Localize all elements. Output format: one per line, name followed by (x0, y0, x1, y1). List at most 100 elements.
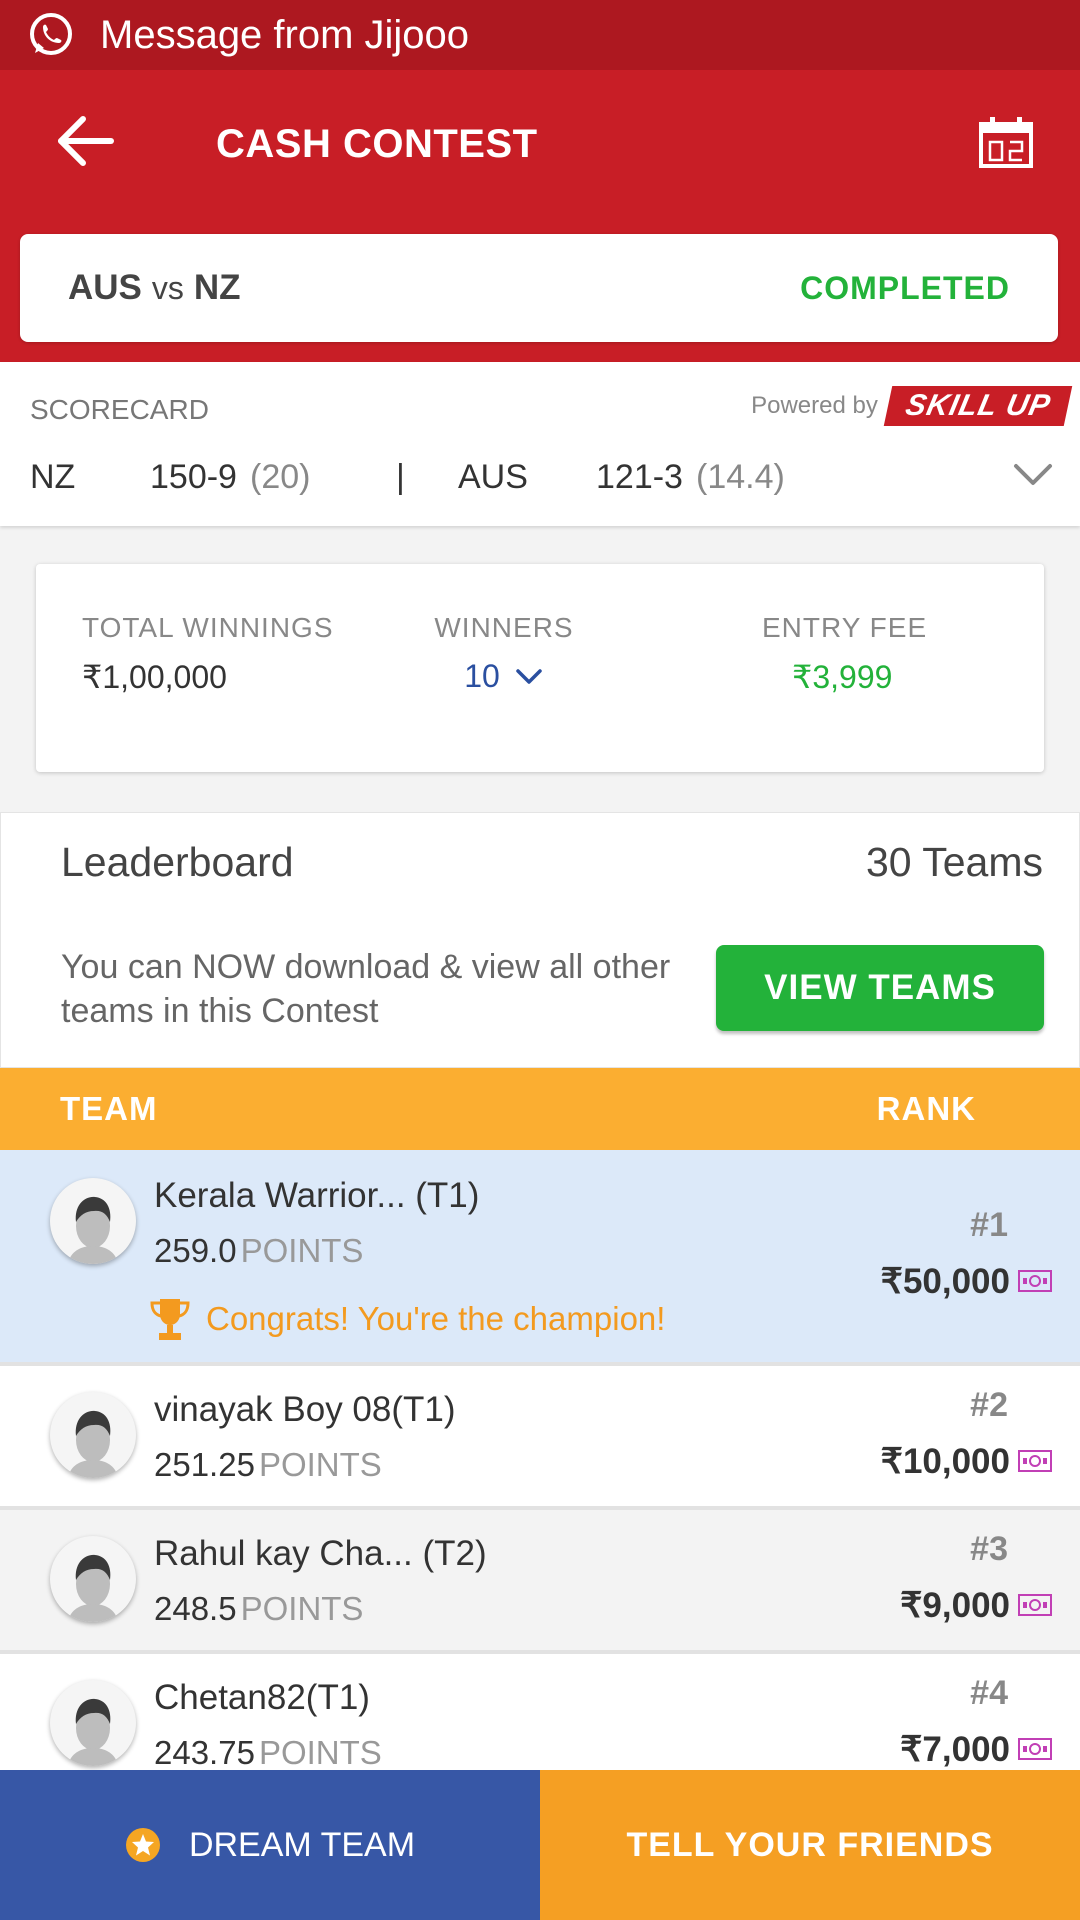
match-teams: AUS vs NZ (68, 268, 241, 308)
leaderboard-title: Leaderboard (61, 839, 294, 885)
team-tag: (T2) (412, 1534, 487, 1573)
cash-icon (1018, 1594, 1052, 1616)
match-status: COMPLETED (800, 269, 1010, 306)
match-card[interactable]: AUS vs NZ COMPLETED (20, 234, 1058, 342)
team-name-text: Rahul kay Cha... (154, 1534, 413, 1573)
user-avatar-icon (68, 1554, 118, 1622)
prize-amount: ₹7,000 (900, 1730, 1010, 1769)
leaderboard-description: You can NOW download & view all other te… (61, 948, 671, 1030)
scorecard-label: SCORECARD (30, 394, 209, 425)
team-points: 248.5 POINTS (154, 1590, 363, 1628)
vs-label: vs (151, 270, 184, 306)
avatar (50, 1392, 136, 1478)
calendar-icon[interactable] (978, 116, 1034, 168)
powered-by-label: Powered by (751, 392, 878, 419)
total-winnings-value: ₹1,00,000 (82, 659, 227, 695)
points-label: POINTS (258, 1734, 382, 1771)
total-winnings: TOTAL WINNINGS ₹1,00,000 (82, 612, 334, 696)
team1-name: AUS (68, 268, 142, 307)
teams-count: 30 Teams (865, 839, 1043, 885)
dream-team-label: DREAM TEAM (188, 1825, 416, 1864)
scorecard[interactable]: SCORECARD Powered by SKILL UP NZ 150-9 (… (0, 362, 1080, 526)
points-value: 251.25 (154, 1446, 255, 1483)
star-badge-icon (125, 1828, 160, 1862)
team-name-text: Kerala Warrior... (154, 1176, 406, 1215)
team-points: 259.0 POINTS (154, 1232, 363, 1270)
score-separator: | (396, 458, 405, 496)
team-points: 251.25 POINTS (154, 1446, 382, 1484)
points-label: POINTS (258, 1446, 382, 1483)
team2-name: NZ (193, 268, 241, 307)
score-team2-runs: 121-3 (596, 458, 683, 496)
score-team1: NZ (30, 458, 76, 496)
rank-number: #4 (970, 1674, 1008, 1712)
page-title: CASH CONTEST (216, 122, 538, 166)
cash-icon (1018, 1270, 1052, 1292)
back-arrow-icon[interactable] (55, 115, 115, 167)
team-points: 243.75 POINTS (154, 1734, 382, 1772)
points-value: 248.5 (154, 1590, 237, 1627)
column-team: TEAM (60, 1090, 158, 1127)
prize-amount: ₹50,000 (880, 1262, 1010, 1301)
table-header: TEAM RANK (0, 1068, 1080, 1150)
contest-info-card: TOTAL WINNINGS ₹1,00,000 WINNERS 10 ENTR… (36, 564, 1044, 772)
score-team1-runs: 150-9 (150, 458, 237, 496)
column-rank: RANK (876, 1090, 976, 1127)
rank-number: #3 (970, 1530, 1008, 1568)
avatar (50, 1536, 136, 1622)
powered-by: Powered by SKILL UP (751, 386, 1073, 426)
table-row[interactable]: Rahul kay Cha... (T2) 248.5 POINTS #3 ₹9,… (0, 1510, 1080, 1654)
points-label: POINTS (240, 1590, 364, 1627)
points-value: 259.0 (154, 1232, 237, 1269)
chevron-down-icon[interactable] (514, 667, 544, 687)
rank-number: #2 (970, 1386, 1008, 1424)
team-name-text: Chetan82 (154, 1678, 306, 1717)
avatar (50, 1680, 136, 1766)
winners-value: 10 (464, 658, 500, 694)
score-team2: AUS (458, 458, 528, 496)
team-tag: (T1) (405, 1176, 480, 1215)
team-tag: (T1) (305, 1678, 370, 1717)
points-label: POINTS (240, 1232, 364, 1269)
tell-your-friends-button[interactable]: TELL YOUR FRIENDS (540, 1770, 1080, 1920)
chevron-down-icon[interactable] (1012, 460, 1054, 490)
total-winnings-label: TOTAL WINNINGS (82, 612, 334, 643)
user-avatar-icon (68, 1698, 118, 1766)
bottom-action-bar: DREAM TEAM TELL YOUR FRIENDS (0, 1770, 1080, 1920)
champion-text: Congrats! You're the champion! (206, 1300, 666, 1337)
dream-team-button[interactable]: DREAM TEAM (0, 1770, 540, 1920)
score-team1-overs: (20) (250, 458, 311, 496)
notification-text: Message from Jijooo (100, 12, 470, 57)
winners[interactable]: WINNERS 10 (394, 612, 614, 695)
team-tag: (T1) (391, 1390, 456, 1429)
whatsapp-icon (30, 13, 72, 55)
team-name: Kerala Warrior... (T1) (154, 1176, 479, 1216)
cash-icon (1018, 1450, 1052, 1472)
score-team2-overs: (14.4) (696, 458, 785, 496)
prize-amount: ₹9,000 (900, 1586, 1010, 1625)
team-name: Rahul kay Cha... (T2) (154, 1534, 487, 1574)
user-avatar-icon (68, 1196, 118, 1264)
winners-value-wrap: 10 (394, 658, 614, 695)
rank-number: #1 (970, 1206, 1008, 1244)
entry-fee-value: ₹3,999 (792, 659, 893, 695)
entry-fee: ENTRY FEE ₹3,999 (762, 612, 927, 696)
cash-icon (1018, 1738, 1052, 1760)
table-row[interactable]: Kerala Warrior... (T1) 259.0 POINTS Congr… (0, 1150, 1080, 1366)
leaderboard-section: Leaderboard 30 Teams You can NOW downloa… (0, 812, 1080, 1068)
prize-amount: ₹10,000 (880, 1442, 1010, 1481)
entry-fee-label: ENTRY FEE (762, 612, 928, 643)
user-avatar-icon (68, 1410, 118, 1478)
winners-label: WINNERS (434, 612, 574, 643)
team-name-text: vinayak Boy 08 (154, 1390, 392, 1429)
avatar (50, 1178, 136, 1264)
notification-bar[interactable]: Message from Jijooo (0, 0, 1080, 70)
table-row[interactable]: vinayak Boy 08(T1) 251.25 POINTS #2 ₹10,0… (0, 1366, 1080, 1510)
skill-up-logo: SKILL UP (883, 386, 1073, 426)
trophy-icon (150, 1299, 190, 1340)
team-name: vinayak Boy 08(T1) (154, 1390, 456, 1430)
view-teams-button[interactable]: VIEW TEAMS (716, 945, 1044, 1031)
points-value: 243.75 (154, 1734, 255, 1771)
champion-message: Congrats! You're the champion! (148, 1296, 665, 1342)
team-name: Chetan82(T1) (154, 1678, 370, 1718)
